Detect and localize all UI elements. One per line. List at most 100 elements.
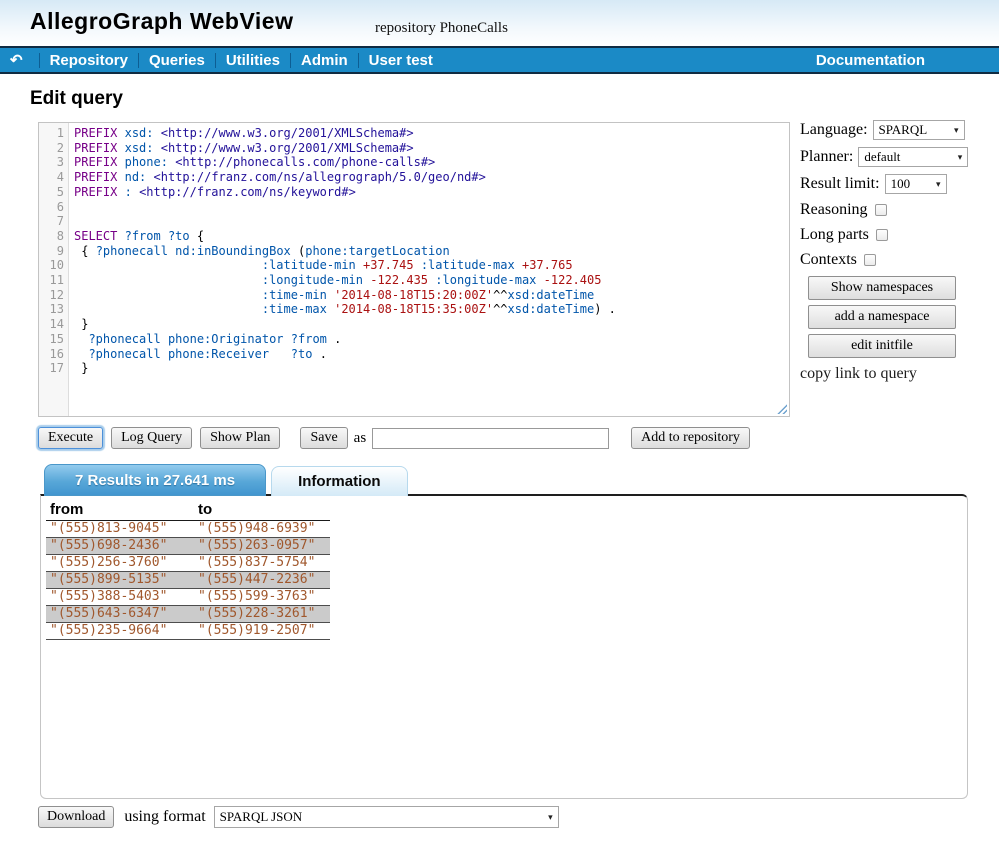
add-to-repository-button[interactable]: Add to repository (631, 427, 750, 449)
table-cell: "(555)698-2436" (46, 538, 194, 555)
back-arrow-icon[interactable]: ↶ (10, 51, 23, 69)
code-line: } (74, 317, 789, 332)
table-row: "(555)813-9045""(555)948-6939" (46, 521, 330, 538)
repository-label: repository PhoneCalls (375, 20, 508, 37)
page-title: Edit query (30, 88, 999, 110)
editor-code[interactable]: PREFIX xsd: <http://www.w3.org/2001/XMLS… (69, 123, 789, 416)
code-line: :latitude-min +37.745 :latitude-max +37.… (74, 258, 789, 273)
nav-item-admin[interactable]: Admin (301, 52, 348, 69)
nav-item-utilities[interactable]: Utilities (226, 52, 280, 69)
table-cell: "(555)599-3763" (194, 589, 330, 606)
table-cell: "(555)228-3261" (194, 606, 330, 623)
code-line (74, 200, 789, 215)
language-label: Language: (800, 121, 868, 139)
column-header-from: from (46, 500, 194, 521)
main-content: Edit query 1234567891011121314151617 PRE… (0, 74, 999, 828)
table-cell: "(555)256-3760" (46, 555, 194, 572)
table-cell: "(555)813-9045" (46, 521, 194, 538)
results-table: from to "(555)813-9045""(555)948-6939""(… (46, 500, 330, 640)
contexts-label: Contexts (800, 251, 857, 269)
table-cell: "(555)899-5135" (46, 572, 194, 589)
chevron-down-icon: ▾ (958, 152, 963, 163)
tab-results[interactable]: 7 Results in 27.641 ms (44, 464, 266, 496)
table-row: "(555)388-5403""(555)599-3763" (46, 589, 330, 606)
table-cell: "(555)388-5403" (46, 589, 194, 606)
nav-divider (358, 53, 359, 68)
table-row: "(555)256-3760""(555)837-5754" (46, 555, 330, 572)
table-cell: "(555)919-2507" (194, 623, 330, 640)
code-line: { ?phonecall nd:inBoundingBox (phone:tar… (74, 244, 789, 259)
chevron-down-icon: ▾ (548, 812, 553, 823)
edit-initfile-button[interactable]: edit initfile (808, 334, 956, 358)
code-line: :longitude-min -122.435 :longitude-max -… (74, 273, 789, 288)
results-table-body: "(555)813-9045""(555)948-6939""(555)698-… (46, 521, 330, 640)
editor-gutter: 1234567891011121314151617 (39, 123, 69, 416)
result-limit-label: Result limit: (800, 175, 880, 193)
table-cell: "(555)235-9664" (46, 623, 194, 640)
table-cell: "(555)263-0957" (194, 538, 330, 555)
table-cell: "(555)447-2236" (194, 572, 330, 589)
nav-item-documentation[interactable]: Documentation (816, 52, 925, 69)
code-line: PREFIX : <http://franz.com/ns/keyword#> (74, 185, 789, 200)
table-cell: "(555)837-5754" (194, 555, 330, 572)
code-line (74, 214, 789, 229)
download-bar: Download using format SPARQL JSON ▾ (38, 806, 999, 828)
nav-bar: ↶ Repository Queries Utilities Admin Use… (0, 46, 999, 74)
table-row: "(555)235-9664""(555)919-2507" (46, 623, 330, 640)
table-row: "(555)698-2436""(555)263-0957" (46, 538, 330, 555)
table-cell: "(555)643-6347" (46, 606, 194, 623)
long-parts-label: Long parts (800, 226, 869, 244)
copy-link-to-query[interactable]: copy link to query (800, 365, 970, 383)
nav-divider (138, 53, 139, 68)
code-line: SELECT ?from ?to { (74, 229, 789, 244)
reasoning-label: Reasoning (800, 201, 868, 219)
nav-item-user-test[interactable]: User test (369, 52, 433, 69)
code-line: PREFIX xsd: <http://www.w3.org/2001/XMLS… (74, 141, 789, 156)
contexts-checkbox[interactable] (864, 254, 876, 266)
format-select[interactable]: SPARQL JSON ▾ (214, 806, 559, 828)
code-line: ?phonecall phone:Originator ?from . (74, 332, 789, 347)
add-namespace-button[interactable]: add a namespace (808, 305, 956, 329)
nav-divider (215, 53, 216, 68)
nav-item-queries[interactable]: Queries (149, 52, 205, 69)
log-query-button[interactable]: Log Query (111, 427, 192, 449)
planner-select[interactable]: default ▾ (858, 147, 968, 167)
code-line: PREFIX xsd: <http://www.w3.org/2001/XMLS… (74, 126, 789, 141)
save-as-input[interactable] (372, 428, 609, 449)
save-button[interactable]: Save (300, 427, 347, 449)
nav-divider (290, 53, 291, 68)
execute-button[interactable]: Execute (38, 427, 103, 449)
chevron-down-icon: ▾ (936, 179, 941, 190)
nav-item-repository[interactable]: Repository (50, 52, 128, 69)
long-parts-checkbox[interactable] (876, 229, 888, 241)
using-format-label: using format (124, 808, 205, 826)
query-options-panel: Language: SPARQL ▾ Planner: default ▾ Re… (800, 120, 970, 383)
table-cell: "(555)948-6939" (194, 521, 330, 538)
code-line: } (74, 361, 789, 376)
table-row: "(555)899-5135""(555)447-2236" (46, 572, 330, 589)
download-button[interactable]: Download (38, 806, 114, 828)
results-tab-bar: 7 Results in 27.641 ms Information (44, 464, 999, 496)
planner-label: Planner: (800, 148, 853, 166)
save-as-label: as (354, 430, 367, 447)
language-select[interactable]: SPARQL ▾ (873, 120, 965, 140)
show-plan-button[interactable]: Show Plan (200, 427, 280, 449)
nav-divider (39, 53, 40, 68)
chevron-down-icon: ▾ (954, 125, 959, 136)
code-line: :time-max '2014-08-18T15:35:00Z'^^xsd:da… (74, 302, 789, 317)
show-namespaces-button[interactable]: Show namespaces (808, 276, 956, 300)
app-title: AllegroGraph WebView (30, 8, 293, 35)
action-bar: Execute Log Query Show Plan Save as Add … (38, 426, 999, 450)
query-editor[interactable]: 1234567891011121314151617 PREFIX xsd: <h… (38, 122, 790, 417)
code-line: PREFIX phone: <http://phonecalls.com/pho… (74, 155, 789, 170)
tab-information[interactable]: Information (271, 466, 408, 496)
code-line: :time-min '2014-08-18T15:20:00Z'^^xsd:da… (74, 288, 789, 303)
result-limit-select[interactable]: 100 ▾ (885, 174, 947, 194)
results-panel: from to "(555)813-9045""(555)948-6939""(… (40, 494, 968, 799)
reasoning-checkbox[interactable] (875, 204, 887, 216)
code-line: PREFIX nd: <http://franz.com/ns/allegrog… (74, 170, 789, 185)
code-line: ?phonecall phone:Receiver ?to . (74, 347, 789, 362)
masthead: AllegroGraph WebView repository PhoneCal… (0, 0, 999, 46)
table-row: "(555)643-6347""(555)228-3261" (46, 606, 330, 623)
column-header-to: to (194, 500, 330, 521)
